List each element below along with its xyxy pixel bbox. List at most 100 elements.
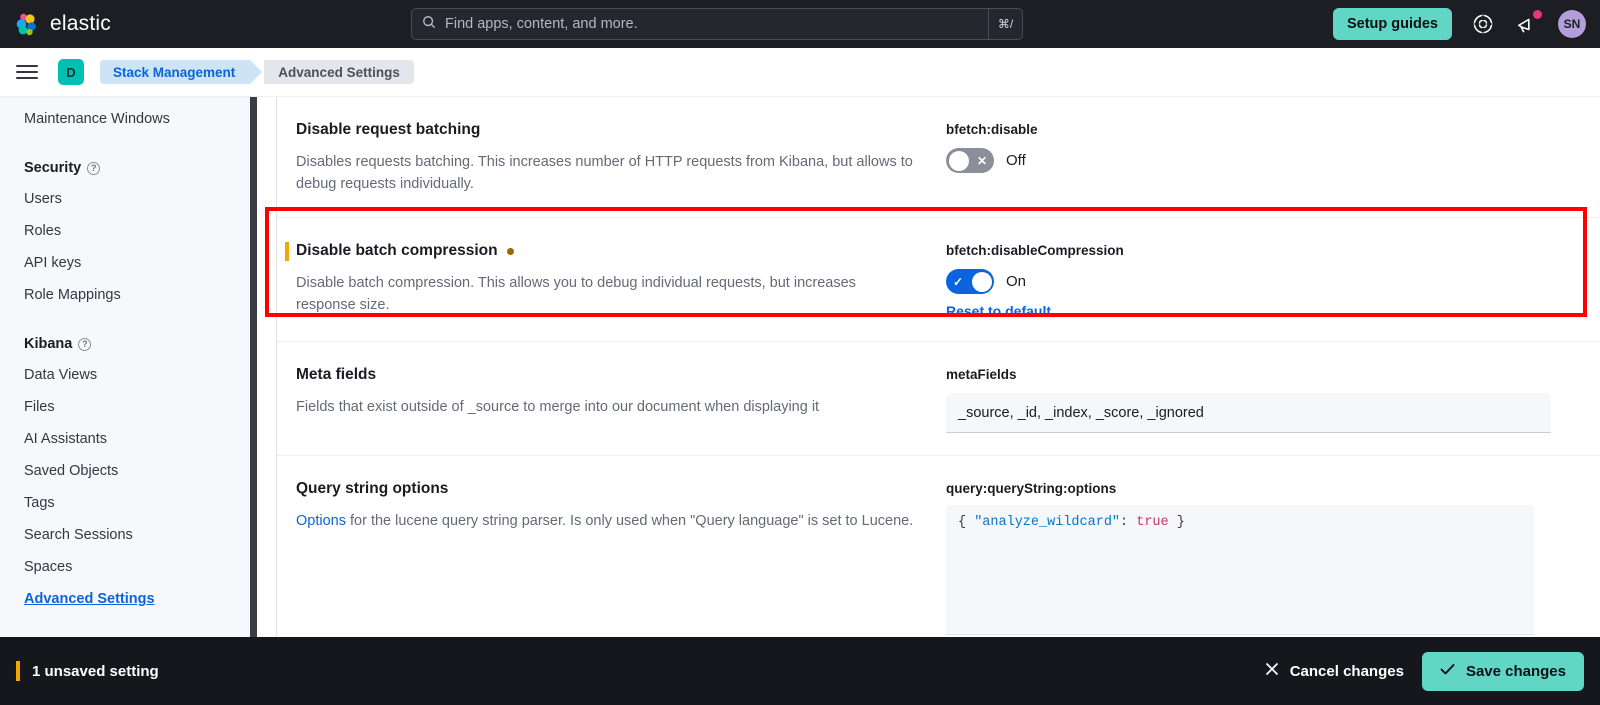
global-top-bar: elastic Find apps, content, and more. ⌘/… bbox=[0, 0, 1600, 48]
unsaved-indicator-bar bbox=[16, 661, 20, 681]
save-changes-button[interactable]: Save changes bbox=[1421, 651, 1584, 691]
search-input[interactable]: Find apps, content, and more. bbox=[411, 8, 989, 40]
setting-key: bfetch:disableCompression bbox=[946, 243, 1124, 258]
code-open-brace: { bbox=[958, 515, 975, 530]
setting-row: Disable request batching Disables reques… bbox=[277, 97, 1600, 218]
code-colon: : bbox=[1120, 515, 1137, 530]
sidebar-group-stack: Stack ? bbox=[0, 629, 250, 637]
sidebar-item-spaces[interactable]: Spaces bbox=[0, 551, 250, 583]
code-close-brace: } bbox=[1168, 515, 1185, 530]
close-x-icon bbox=[1265, 662, 1279, 680]
sidebar-group-kibana: Kibana ? bbox=[0, 325, 250, 359]
setup-guides-button[interactable]: Setup guides bbox=[1332, 8, 1452, 40]
sidebar-item-saved-objects[interactable]: Saved Objects bbox=[0, 455, 250, 487]
save-changes-label: Save changes bbox=[1465, 662, 1566, 680]
advanced-settings-list: Disable request batching Disables reques… bbox=[277, 97, 1600, 637]
meta-fields-input[interactable]: _source, _id, _index, _score, _ignored bbox=[946, 393, 1551, 433]
setting-title: Disable batch compression bbox=[296, 240, 916, 262]
setting-row: Meta fields Fields that exist outside of… bbox=[277, 342, 1600, 456]
setting-info: Disable batch compression Disable batch … bbox=[285, 240, 916, 319]
sidebar-scrollbar[interactable] bbox=[250, 97, 257, 637]
sidebar-group-security: Security ? bbox=[0, 149, 250, 183]
help-question-icon[interactable]: ? bbox=[87, 161, 101, 175]
check-icon: ✓ bbox=[952, 274, 964, 289]
setting-title: Meta fields bbox=[296, 366, 377, 383]
sidebar-item-role-mappings[interactable]: Role Mappings bbox=[0, 279, 250, 311]
setting-description-text: for the lucene query string parser. Is o… bbox=[345, 513, 914, 529]
breadcrumb-item-stack-management[interactable]: Stack Management bbox=[100, 60, 263, 84]
sidebar-item-tags[interactable]: Tags bbox=[0, 487, 250, 519]
sidebar-item-files[interactable]: Files bbox=[0, 391, 250, 423]
unsaved-count-label: 1 unsaved setting bbox=[32, 662, 159, 680]
setting-key: bfetch:disable bbox=[946, 122, 1038, 137]
sidebar-item-maintenance-windows[interactable]: Maintenance Windows bbox=[0, 103, 250, 135]
bfetch-disable-toggle[interactable]: ✕ bbox=[946, 148, 994, 173]
breadcrumb: Stack Management Advanced Settings bbox=[100, 60, 414, 84]
check-icon bbox=[1440, 663, 1455, 680]
query-string-options-editor[interactable]: { "analyze_wildcard": true } bbox=[946, 505, 1534, 635]
bottom-bar-actions: Cancel changes Save changes bbox=[1265, 651, 1584, 691]
code-bool: true bbox=[1136, 515, 1169, 530]
sidebar-group-label: Kibana bbox=[24, 336, 73, 352]
bfetch-disable-compression-toggle[interactable]: ✓ bbox=[946, 269, 994, 294]
sidebar-item-roles[interactable]: Roles bbox=[0, 215, 250, 247]
toggle-knob bbox=[971, 271, 992, 292]
setting-description: Disable batch compression. This allows y… bbox=[296, 275, 856, 313]
notification-badge bbox=[1533, 10, 1542, 19]
setting-info: Disable request batching Disables reques… bbox=[296, 119, 916, 195]
setting-row: Query string options Options for the luc… bbox=[277, 456, 1600, 637]
sidebar-item-api-keys[interactable]: API keys bbox=[0, 247, 250, 279]
setting-control: metaFields _source, _id, _index, _score,… bbox=[946, 364, 1574, 433]
avatar[interactable]: SN bbox=[1558, 10, 1586, 38]
breadcrumb-bar: D Stack Management Advanced Settings bbox=[0, 48, 1600, 97]
unsaved-count: 1 unsaved setting bbox=[16, 661, 159, 681]
search-shortcut-badge: ⌘/ bbox=[989, 8, 1023, 40]
setting-row: Disable batch compression Disable batch … bbox=[277, 218, 1600, 342]
toggle-state-label: Off bbox=[1006, 152, 1026, 169]
brand-name: elastic bbox=[50, 12, 111, 35]
setting-control: bfetch:disableCompression ✓ On Reset to … bbox=[946, 240, 1574, 319]
cancel-changes-button[interactable]: Cancel changes bbox=[1265, 662, 1404, 680]
top-bar-actions: Setup guides SN bbox=[1332, 0, 1586, 48]
toggle-row: ✓ On bbox=[946, 269, 1574, 294]
toggle-state-label: On bbox=[1006, 273, 1027, 290]
cancel-changes-label: Cancel changes bbox=[1289, 662, 1404, 680]
sidebar-group-label: Security bbox=[24, 160, 82, 176]
space-avatar[interactable]: D bbox=[58, 59, 84, 85]
elastic-logo-icon bbox=[14, 11, 40, 37]
sidebar-item-ai-assistants[interactable]: AI Assistants bbox=[0, 423, 250, 455]
sidebar-item-users[interactable]: Users bbox=[0, 183, 250, 215]
search-placeholder: Find apps, content, and more. bbox=[445, 16, 638, 32]
setting-description: Disables requests batching. This increas… bbox=[296, 154, 913, 192]
help-circle-icon[interactable] bbox=[1470, 11, 1496, 37]
unsaved-dot-icon bbox=[506, 247, 514, 255]
sidebar-item-advanced-settings[interactable]: Advanced Settings bbox=[0, 583, 250, 615]
toggle-knob bbox=[948, 150, 969, 171]
setting-description: Fields that exist outside of _source to … bbox=[296, 399, 820, 415]
setting-control: query:queryString:options { "analyze_wil… bbox=[946, 478, 1574, 635]
brand[interactable]: elastic bbox=[14, 11, 111, 37]
options-link[interactable]: Options bbox=[296, 513, 346, 529]
setting-title: Disable request batching bbox=[296, 121, 481, 138]
unsaved-changes-bottom-bar: 1 unsaved setting Cancel changes Save ch… bbox=[0, 637, 1600, 705]
setting-description: Options for the lucene query string pars… bbox=[296, 510, 916, 532]
toggle-row: ✕ Off bbox=[946, 148, 1574, 173]
setting-key: metaFields bbox=[946, 367, 1017, 382]
sidebar-item-search-sessions[interactable]: Search Sessions bbox=[0, 519, 250, 551]
search-icon bbox=[422, 15, 436, 33]
code-key: "analyze_wildcard" bbox=[974, 515, 1121, 530]
sidebar-nav: Maintenance Windows Security ? Users Rol… bbox=[0, 97, 250, 637]
sidebar-item-data-views[interactable]: Data Views bbox=[0, 359, 250, 391]
setting-info: Meta fields Fields that exist outside of… bbox=[296, 364, 916, 433]
breadcrumb-item-advanced-settings[interactable]: Advanced Settings bbox=[264, 60, 414, 84]
close-x-icon: ✕ bbox=[976, 153, 988, 168]
global-search[interactable]: Find apps, content, and more. ⌘/ bbox=[411, 8, 1023, 40]
help-question-icon[interactable]: ? bbox=[78, 337, 92, 351]
reset-to-default-link[interactable]: Reset to default bbox=[946, 303, 1574, 319]
hamburger-menu-icon[interactable] bbox=[16, 61, 38, 84]
setting-title: Query string options bbox=[296, 480, 449, 497]
megaphone-icon[interactable] bbox=[1514, 10, 1542, 37]
